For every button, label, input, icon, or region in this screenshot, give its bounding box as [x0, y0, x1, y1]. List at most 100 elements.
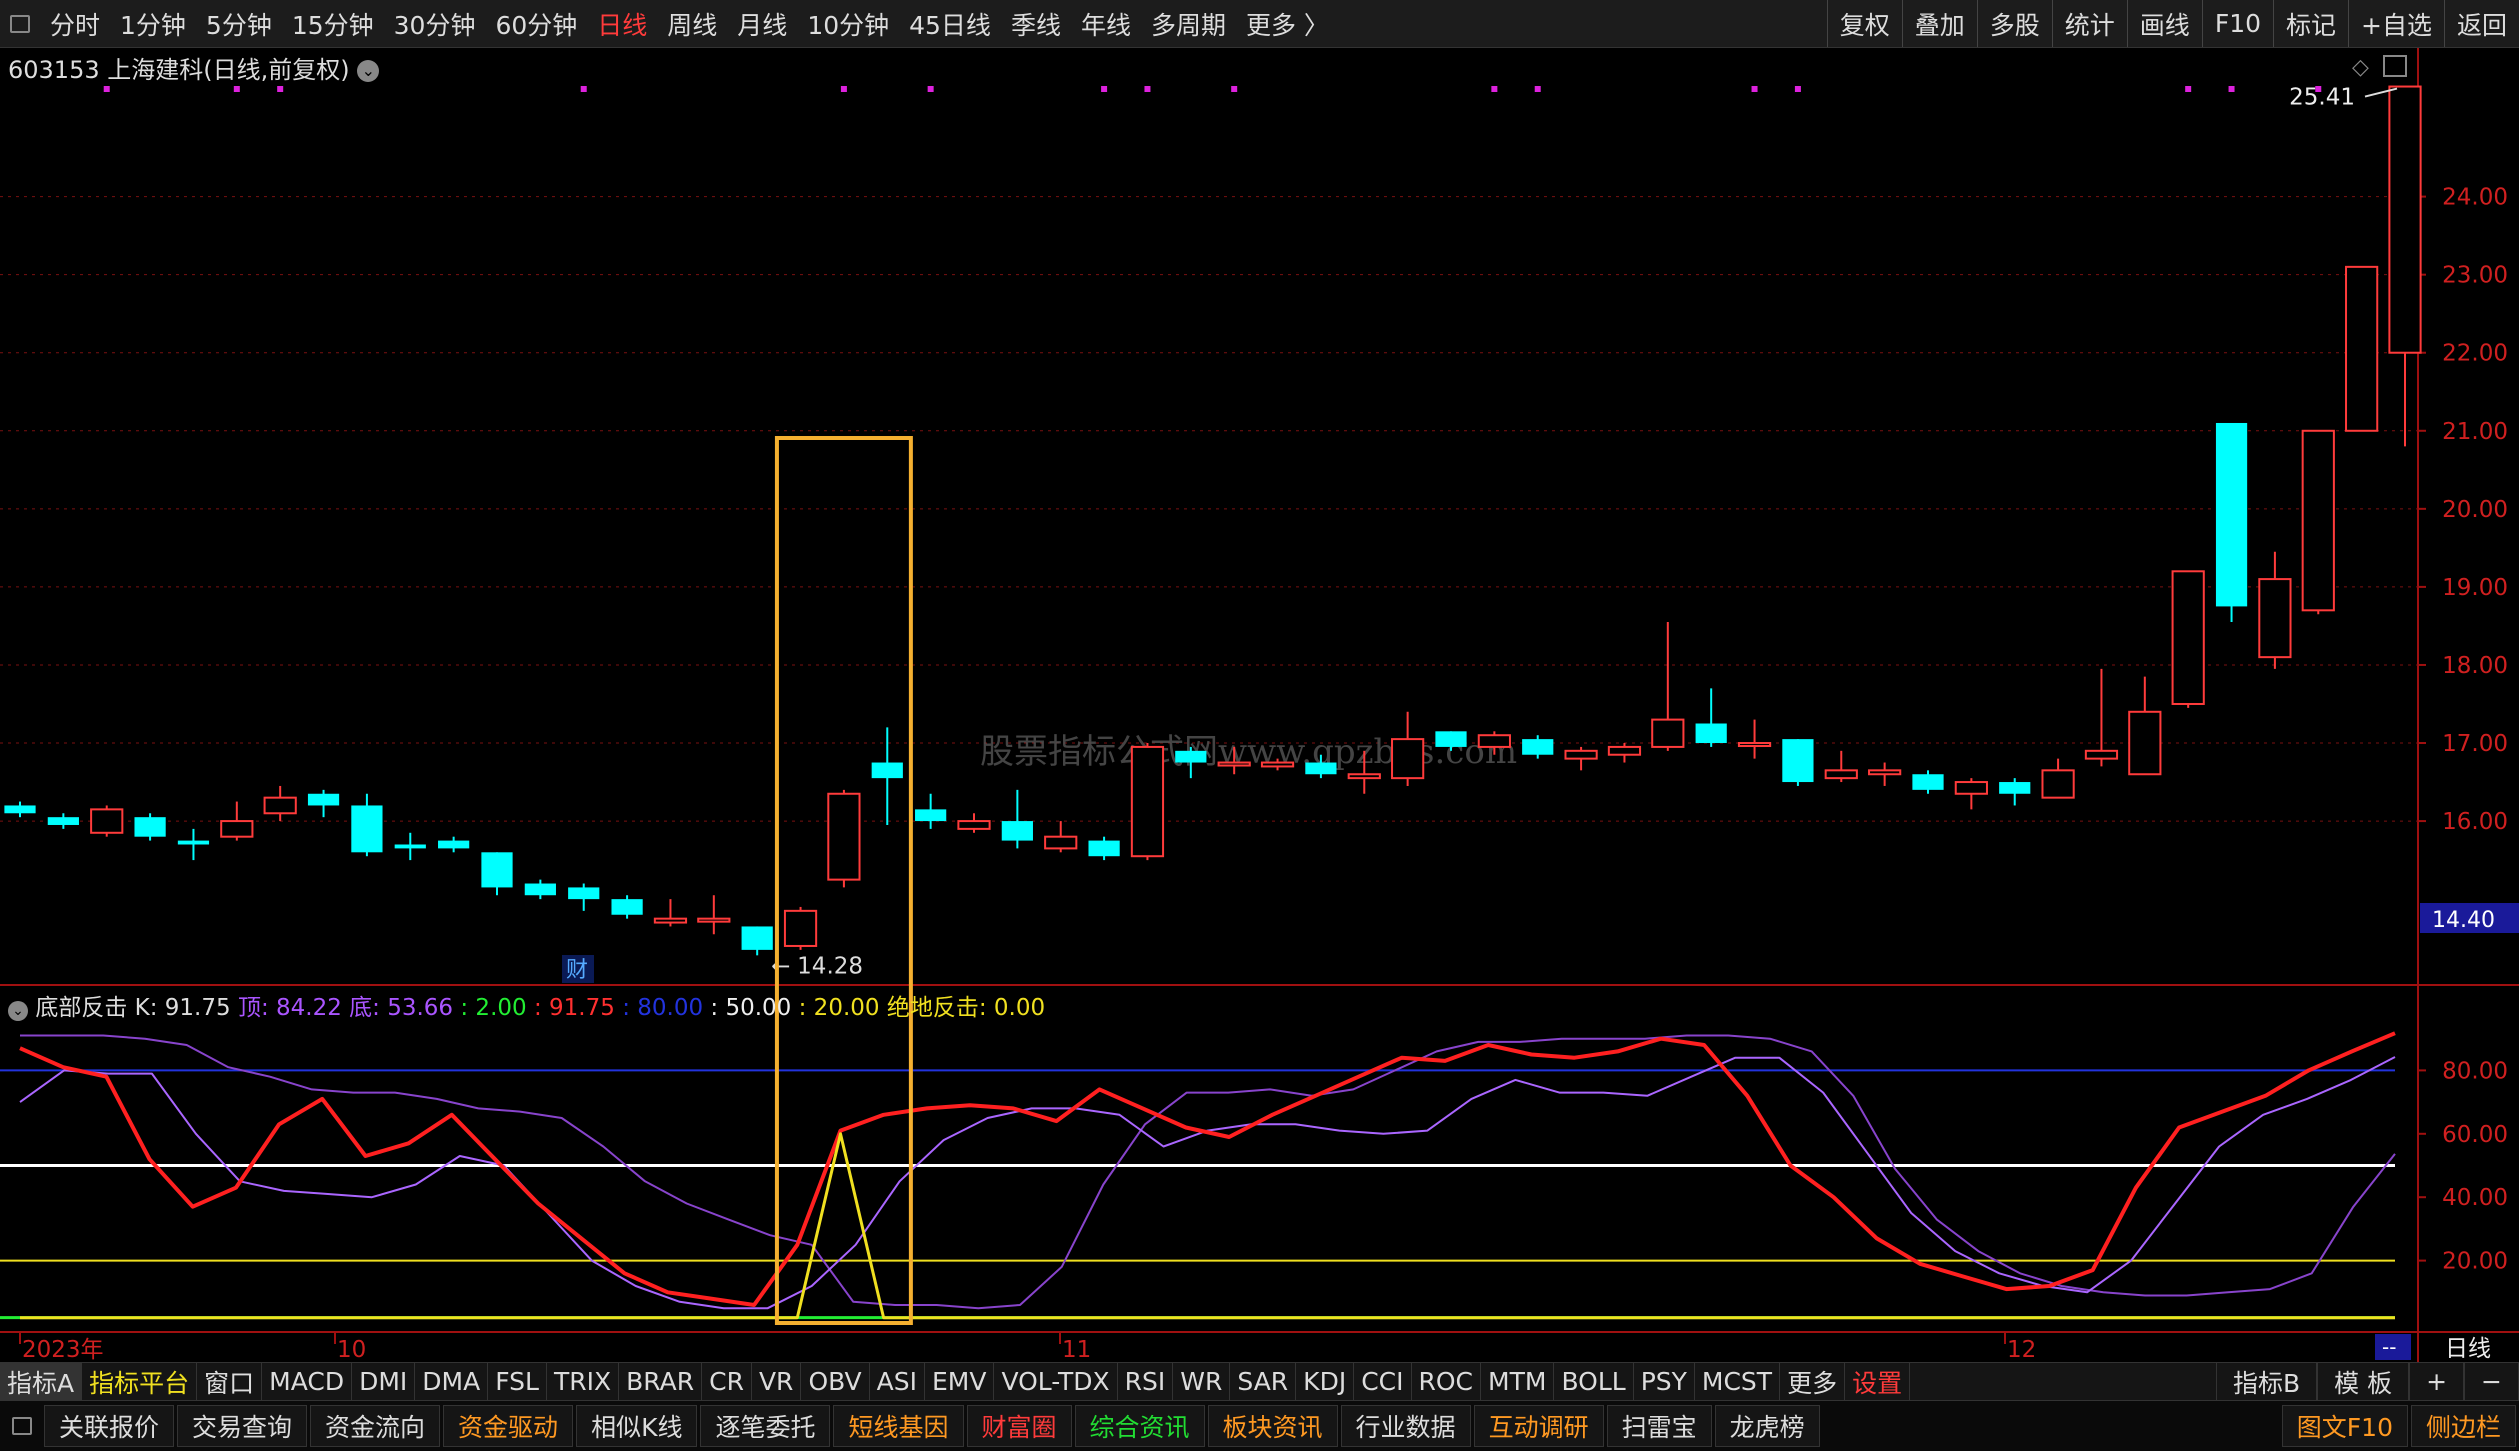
- date-label: 10: [337, 1337, 366, 1362]
- bottom-value: 底: 53.66: [349, 995, 454, 1021]
- indicator-tab-9[interactable]: CR: [702, 1363, 752, 1400]
- indicator-tab-16[interactable]: WR: [1173, 1363, 1231, 1400]
- candle-body-up: [263, 796, 297, 815]
- indicator-tab-19[interactable]: CCI: [1354, 1363, 1412, 1400]
- indicator-tab-8[interactable]: BRAR: [619, 1363, 703, 1400]
- indicator-tab-1[interactable]: 指标平台: [82, 1363, 198, 1400]
- candle-body-up: [1217, 761, 1251, 767]
- indicator-tab-21[interactable]: MTM: [1481, 1363, 1555, 1400]
- candle-body-up: [2171, 570, 2205, 705]
- bottom-item-1[interactable]: 交易查询: [177, 1405, 308, 1447]
- price-tick-label: 17.00: [2442, 731, 2508, 757]
- indicator-tick-label: 40.00: [2442, 1185, 2508, 1211]
- indicator-tab-22[interactable]: BOLL: [1554, 1363, 1634, 1400]
- candle-body-down: [741, 926, 773, 950]
- low-label-arrow: ←: [771, 953, 790, 979]
- candle-body-up: [957, 820, 991, 830]
- dash-tag: --: [2382, 1335, 2396, 1359]
- indicator-tab-18[interactable]: KDJ: [1296, 1363, 1355, 1400]
- candle-body-up: [1391, 738, 1425, 780]
- bottom-item-9[interactable]: 板块资讯: [1207, 1405, 1338, 1447]
- indicator-tab-right-0[interactable]: 指标B: [2215, 1363, 2318, 1400]
- panel-toggle-icon[interactable]: [12, 1417, 32, 1435]
- candle-body-down: [4, 805, 36, 814]
- candle-body-up: [2388, 85, 2422, 354]
- indicator-tab-25[interactable]: 更多: [1780, 1363, 1846, 1400]
- indicator-tab-right-1[interactable]: 模 板: [2317, 1363, 2410, 1400]
- indicator-tab-10[interactable]: VR: [752, 1363, 802, 1400]
- signal-dot: [1231, 86, 1238, 92]
- indicator-tab-14[interactable]: VOL-TDX: [994, 1363, 1118, 1400]
- signal-dot: [103, 86, 110, 92]
- main-chart-canvas: 24.00 23.00 22.00 21.00 20.00 19.00 18.00 17.00…: [0, 48, 2519, 1362]
- indicator-tab-24[interactable]: MCST: [1695, 1363, 1781, 1400]
- indicator-tab-26[interactable]: 设置: [1845, 1363, 1911, 1400]
- bottom-item-7[interactable]: 财富圈: [966, 1405, 1072, 1447]
- date-label: 11: [1062, 1337, 1091, 1362]
- indicator-tab-4[interactable]: DMI: [352, 1363, 416, 1400]
- bottom-item-6[interactable]: 短线基因: [833, 1405, 964, 1447]
- level-20-value: : 20.00: [798, 995, 880, 1021]
- indicator-tab-17[interactable]: SAR: [1230, 1363, 1297, 1400]
- indicator-tab-0[interactable]: 指标A: [0, 1363, 83, 1400]
- signal-dot: [2228, 86, 2235, 92]
- indicator-tabs-bar: 指标A 指标平台 窗口 MACD DMI DMA FSL TRIX BRAR CR VR OBV ASI…: [0, 1362, 2519, 1400]
- price-tick-label: 18.00: [2442, 653, 2508, 679]
- bottom-item-5[interactable]: 逐笔委托: [700, 1405, 831, 1447]
- indicator-tab-3[interactable]: MACD: [262, 1363, 353, 1400]
- low-label: 14.28: [797, 953, 863, 979]
- candle-body-down: [1435, 731, 1467, 747]
- bottom-function-bar: 关联报价 交易查询 资金流向 资金驱动 相似K线 逐笔委托 短线基因 财富圈 综合资讯 板块资讯行…: [0, 1400, 2519, 1451]
- candle-body-up: [783, 909, 818, 947]
- candle-body-down: [1999, 782, 2031, 794]
- candle-body-up: [827, 792, 861, 881]
- level-2-value: : 2.00: [460, 995, 527, 1021]
- signal-dot: [1101, 86, 1108, 92]
- bottom-item-11[interactable]: 互动调研: [1473, 1405, 1604, 1447]
- purple-bright-line: [19, 1056, 2396, 1310]
- bottom-item-13[interactable]: 龙虎榜: [1714, 1405, 1820, 1447]
- candle-body-up: [1737, 742, 1772, 748]
- candle-body-down: [177, 840, 210, 845]
- top-value: 顶: 84.22: [237, 995, 342, 1021]
- bottom-item-12[interactable]: 扫雷宝: [1606, 1405, 1712, 1447]
- indicator-tab-12[interactable]: ASI: [870, 1363, 925, 1400]
- candle-body-up: [1564, 749, 1598, 760]
- indicator-tick-label: 20.00: [2442, 1249, 2508, 1275]
- candle-body-down: [524, 883, 556, 896]
- bottom-right-1[interactable]: 侧边栏: [2410, 1405, 2516, 1447]
- indicator-tab-11[interactable]: OBV: [801, 1363, 870, 1400]
- indicator-tab-right-3[interactable]: −: [2464, 1363, 2519, 1400]
- bottom-item-2[interactable]: 资金流向: [310, 1405, 441, 1447]
- bottom-item-8[interactable]: 综合资讯: [1074, 1405, 1205, 1447]
- candle-body-up: [2301, 429, 2335, 612]
- indicator-tab-23[interactable]: PSY: [1634, 1363, 1695, 1400]
- indicator-tab-2[interactable]: 窗口: [197, 1363, 263, 1400]
- indicator-tab-7[interactable]: TRIX: [547, 1363, 620, 1400]
- candle-body-up: [1824, 769, 1858, 780]
- indicator-tab-15[interactable]: RSI: [1118, 1363, 1174, 1400]
- candle-body-up: [2041, 769, 2075, 799]
- bottom-right-buttons: 图文F10 侧边栏: [2281, 1401, 2519, 1451]
- date-label: 12: [2007, 1337, 2036, 1362]
- bottom-item-0[interactable]: 关联报价: [44, 1405, 175, 1447]
- indicator-tab-5[interactable]: DMA: [415, 1363, 489, 1400]
- indicator-tab-13[interactable]: EMV: [925, 1363, 995, 1400]
- signal-dot: [1751, 86, 1758, 92]
- price-tick-label: 22.00: [2442, 341, 2508, 367]
- indicator-tab-right-2[interactable]: +: [2409, 1363, 2465, 1400]
- bottom-item-4[interactable]: 相似K线: [576, 1405, 698, 1447]
- indicator-tab-6[interactable]: FSL: [488, 1363, 547, 1400]
- candle-body-up: [1868, 769, 1902, 776]
- candle-body-up: [220, 820, 254, 838]
- candle-body-up: [1130, 745, 1165, 858]
- indicator-tab-20[interactable]: ROC: [1412, 1363, 1482, 1400]
- candle-body-down: [1305, 762, 1337, 775]
- indicator-tick-label: 80.00: [2442, 1058, 2508, 1084]
- candle-body-up: [697, 917, 731, 923]
- bottom-item-10[interactable]: 行业数据: [1340, 1405, 1471, 1447]
- candle-body-down: [307, 793, 340, 806]
- bottom-item-3[interactable]: 资金驱动: [443, 1405, 574, 1447]
- collapse-icon[interactable]: ⌄: [8, 1001, 28, 1021]
- bottom-right-0[interactable]: 图文F10: [2281, 1405, 2408, 1447]
